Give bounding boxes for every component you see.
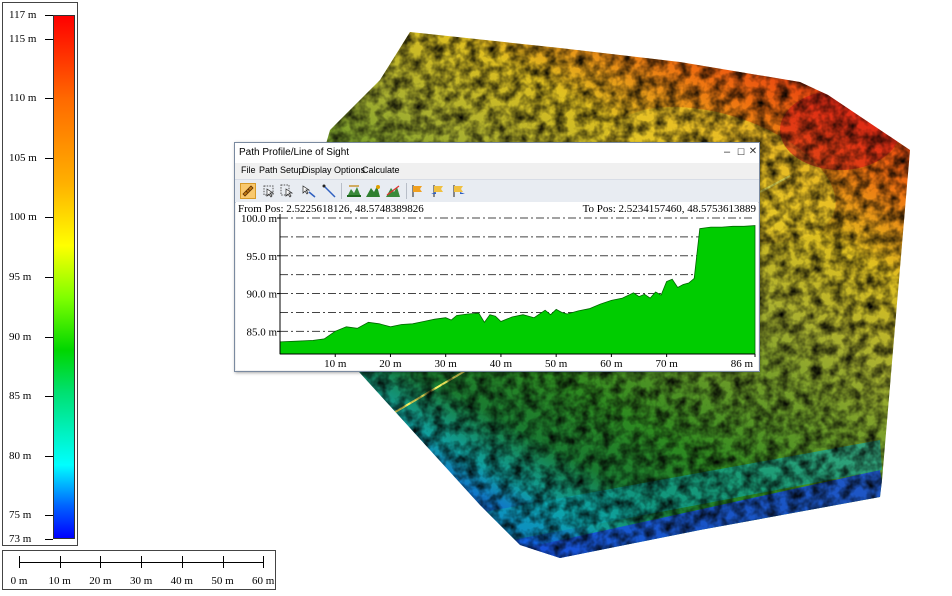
menu-path-setup[interactable]: Path Setup bbox=[259, 165, 304, 175]
scale-label: 20 m bbox=[89, 575, 112, 587]
line-icon[interactable] bbox=[321, 183, 337, 199]
dialog-toolbar bbox=[235, 179, 759, 203]
scale-tick bbox=[263, 556, 265, 568]
x-tick-label: 50 m bbox=[545, 358, 568, 370]
scale-label: 60 m bbox=[252, 575, 275, 587]
legend-tick bbox=[45, 38, 53, 40]
legend-label: 85 m bbox=[9, 390, 32, 403]
legend-tick bbox=[45, 336, 53, 338]
legend-label: 73 m bbox=[9, 533, 32, 545]
legend-label: 80 m bbox=[9, 449, 32, 462]
scale-tick bbox=[181, 556, 183, 568]
y-tick-label: 90.0 m bbox=[246, 289, 277, 301]
menu-display-options[interactable]: Display Options bbox=[302, 165, 365, 175]
toolbar-separator bbox=[341, 183, 342, 199]
flag-right-icon[interactable] bbox=[450, 183, 466, 199]
scale-tick bbox=[19, 556, 20, 568]
scale-tick bbox=[100, 556, 102, 568]
x-tick-label: 70 m bbox=[655, 358, 678, 370]
x-tick-label: 10 m bbox=[324, 358, 347, 370]
terrain-icon[interactable] bbox=[346, 183, 362, 199]
elevation-profile-chart[interactable]: 100.0 m95.0 m90.0 m85.0 m10 m 20 m 30 m 40 … bbox=[236, 202, 758, 370]
maximize-button[interactable]: ☐ bbox=[735, 146, 747, 158]
y-tick-label: 95.0 m bbox=[246, 251, 277, 263]
legend-label: 95 m bbox=[9, 271, 32, 283]
y-tick-label: 85.0 m bbox=[246, 326, 277, 338]
scale-tick bbox=[222, 556, 224, 568]
legend-label: 105 m bbox=[9, 151, 37, 164]
draw-path-icon[interactable] bbox=[301, 183, 317, 199]
scale-label: 50 m bbox=[211, 575, 234, 587]
elevation-legend: 117 m 115 m 110 m 105 m 100 m 95 m 90 m 85 m 80 … bbox=[2, 2, 78, 546]
menu-file[interactable]: File bbox=[241, 165, 256, 175]
line-of-sight-icon[interactable] bbox=[385, 183, 401, 199]
legend-label: 117 m bbox=[9, 9, 37, 21]
scale-label: 40 m bbox=[170, 575, 193, 587]
scale-label: 0 m bbox=[10, 575, 28, 587]
toolbar-separator bbox=[406, 183, 407, 199]
legend-tick bbox=[45, 277, 53, 278]
x-tick-label: 86 m bbox=[731, 358, 754, 370]
legend-tick bbox=[45, 455, 53, 457]
scale-tick bbox=[59, 556, 61, 568]
x-tick-label: 20 m bbox=[379, 358, 402, 370]
legend-tick bbox=[45, 15, 53, 16]
ruler-icon[interactable] bbox=[240, 183, 256, 199]
select-point-icon[interactable] bbox=[261, 183, 277, 199]
legend-label: 100 m bbox=[9, 211, 37, 224]
scale-label: 10 m bbox=[48, 575, 71, 587]
legend-tick bbox=[45, 539, 53, 540]
scale-bar: 0 m 10 m 20 m 30 m 40 m 50 m 60 m bbox=[2, 550, 276, 590]
select-area-icon[interactable] bbox=[279, 183, 295, 199]
legend-tick bbox=[45, 98, 53, 100]
legend-label: 90 m bbox=[9, 330, 32, 343]
from-position-text: From Pos: 2.5225618126, 48.5748389826 bbox=[238, 203, 424, 215]
profile-plot-area[interactable]: 100.0 m 95.0 m 90.0 m 85.0 m 10 m 20 m 30 m 40 … bbox=[236, 202, 758, 370]
profile-area bbox=[279, 225, 756, 355]
flag-left-icon[interactable] bbox=[430, 183, 446, 199]
path-profile-dialog[interactable]: Path Profile/Line of Sight – ☐ ✕ File Pa… bbox=[234, 142, 760, 372]
close-button[interactable]: ✕ bbox=[747, 146, 759, 158]
legend-label: 75 m bbox=[9, 509, 32, 522]
legend-label: 115 m bbox=[9, 32, 37, 45]
x-tick-label: 60 m bbox=[600, 358, 623, 370]
to-position-text: To Pos: 2.5234157460, 48.5753613889 bbox=[582, 203, 756, 215]
flag-icon[interactable] bbox=[410, 183, 426, 199]
legend-tick bbox=[45, 396, 53, 398]
dialog-title: Path Profile/Line of Sight bbox=[239, 147, 350, 158]
legend-tick bbox=[45, 515, 53, 517]
elevation-color-ramp bbox=[53, 15, 75, 539]
dialog-menubar: File Path Setup Display Options Calculat… bbox=[235, 163, 759, 179]
scale-tick bbox=[141, 556, 143, 568]
x-tick-label: 30 m bbox=[435, 358, 458, 370]
legend-label: 110 m bbox=[9, 92, 37, 105]
terrain-view-icon[interactable] bbox=[365, 183, 381, 199]
menu-calculate[interactable]: Calculate bbox=[362, 165, 400, 175]
dialog-titlebar[interactable]: Path Profile/Line of Sight – ☐ ✕ bbox=[235, 143, 759, 163]
scale-label: 30 m bbox=[129, 575, 153, 587]
x-tick-label: 40 m bbox=[490, 358, 513, 370]
minimize-button[interactable]: – bbox=[721, 146, 733, 158]
legend-tick bbox=[45, 217, 53, 219]
legend-tick bbox=[45, 157, 53, 159]
